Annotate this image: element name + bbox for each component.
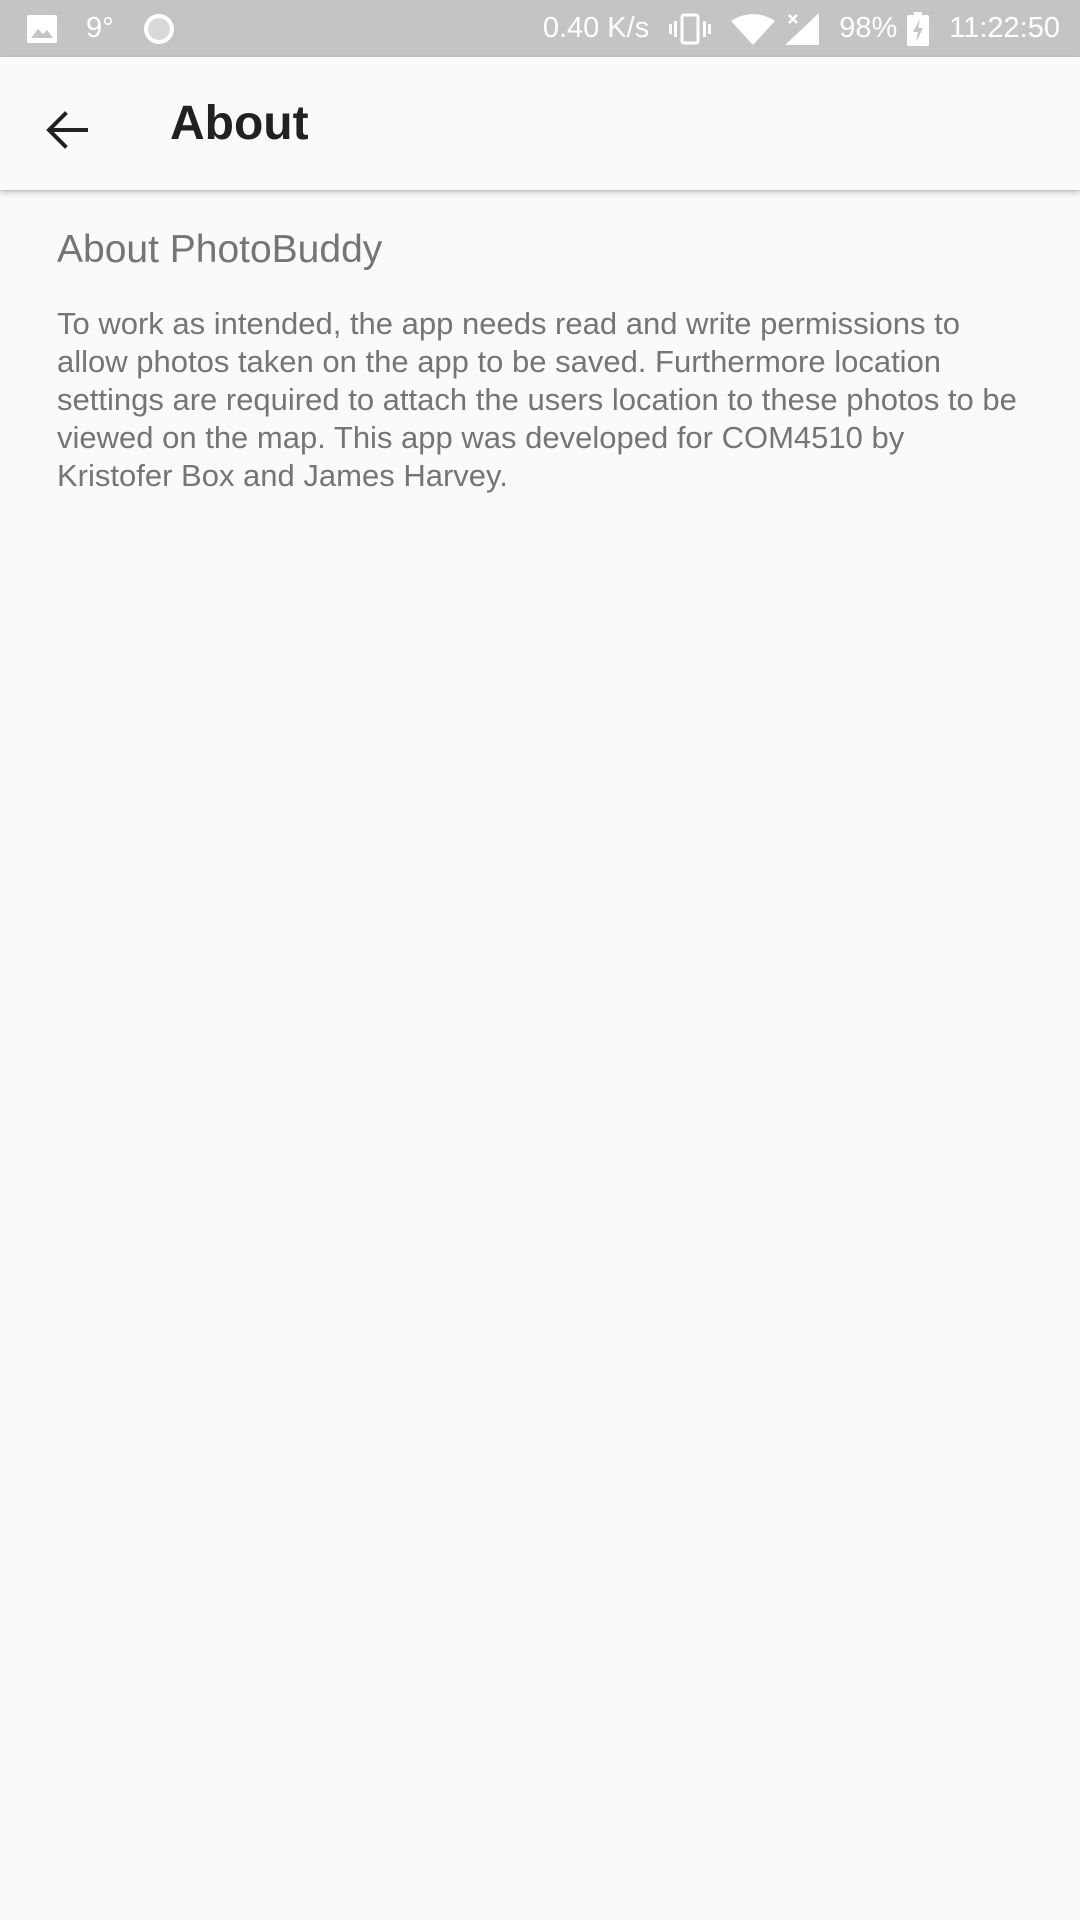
status-bar-left: 9° bbox=[26, 12, 176, 46]
battery-percent-text: 98% bbox=[839, 12, 898, 44]
arrow-left-icon bbox=[46, 111, 88, 149]
app-bar: About bbox=[0, 57, 1080, 190]
screen: 9° 0.40 K/s 98% 11:22:50 About About Pho… bbox=[0, 0, 1080, 1920]
section-heading: About PhotoBuddy bbox=[57, 228, 383, 271]
battery-charging-icon bbox=[907, 11, 930, 46]
clock-text: 11:22:50 bbox=[949, 12, 1060, 44]
signal-icon bbox=[785, 12, 820, 45]
status-bar-right: 0.40 K/s 98% 11:22:50 bbox=[542, 11, 1060, 46]
network-speed-text: 0.40 K/s bbox=[542, 12, 650, 44]
page-title: About bbox=[170, 97, 309, 150]
status-bar: 9° 0.40 K/s 98% 11:22:50 bbox=[0, 0, 1080, 57]
vibrate-icon bbox=[669, 13, 712, 45]
circle-icon bbox=[142, 12, 176, 46]
back-button[interactable] bbox=[28, 91, 106, 169]
image-icon bbox=[26, 14, 58, 44]
about-content: About PhotoBuddy To work as intended, th… bbox=[57, 190, 1017, 495]
section-body-text: To work as intended, the app needs read … bbox=[57, 305, 1017, 493]
temperature-text: 9° bbox=[86, 12, 114, 44]
wifi-icon bbox=[731, 13, 776, 45]
